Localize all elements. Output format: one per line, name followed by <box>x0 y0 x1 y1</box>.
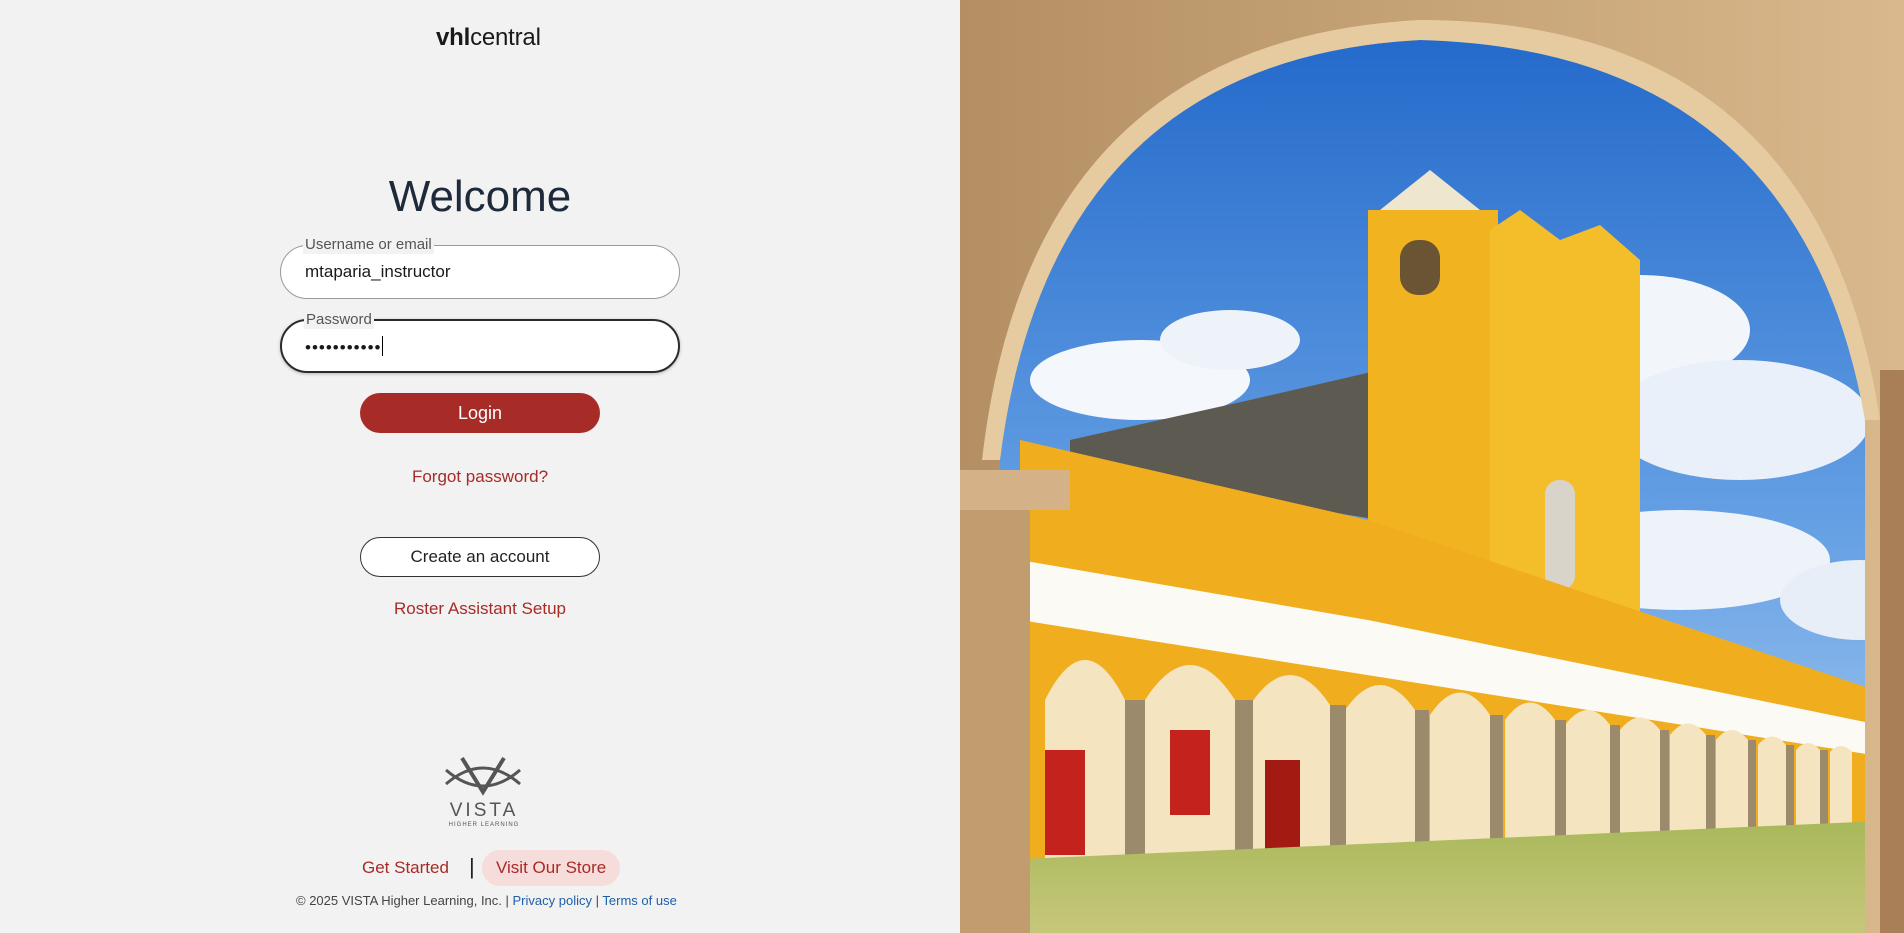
text-caret <box>382 336 384 356</box>
password-dots: ••••••••••• <box>305 338 382 357</box>
login-button[interactable]: Login <box>360 393 600 433</box>
copyright-line: © 2025 VISTA Higher Learning, Inc. | Pri… <box>296 893 677 908</box>
vhlcentral-logo: vhlcentral <box>436 24 541 52</box>
visit-store-button[interactable]: Visit Our Store <box>482 850 621 886</box>
forgot-password-link[interactable]: Forgot password? <box>0 467 960 487</box>
hero-image-panel <box>960 0 1904 933</box>
copyright-pipe: | <box>595 893 599 908</box>
username-value[interactable]: mtaparia_instructor <box>305 262 451 282</box>
footer-links: Get Started | Visit Our Store <box>0 850 960 886</box>
terms-of-use-link[interactable]: Terms of use <box>602 893 676 908</box>
login-panel: vhlcentral Welcome Username or email mta… <box>0 0 960 933</box>
login-page: vhlcentral Welcome Username or email mta… <box>0 0 1904 933</box>
create-account-button[interactable]: Create an account <box>360 537 600 577</box>
page-title: Welcome <box>388 172 572 221</box>
password-label: Password <box>304 311 374 329</box>
footer-separator: | <box>469 854 475 879</box>
password-field[interactable]: Password ••••••••••• <box>280 311 680 373</box>
username-label: Username or email <box>303 236 434 254</box>
roster-assistant-link[interactable]: Roster Assistant Setup <box>0 599 960 619</box>
vista-subtitle: HIGHER LEARNING <box>448 822 520 828</box>
copyright-text: © 2025 VISTA Higher Learning, Inc. | <box>296 893 509 908</box>
get-started-link[interactable]: Get Started <box>362 858 449 878</box>
privacy-policy-link[interactable]: Privacy policy <box>513 893 592 908</box>
vista-wordmark: VISTA <box>449 800 519 821</box>
convent-photo-image <box>960 0 1904 933</box>
logo-light-text: central <box>470 24 541 51</box>
logo-bold-text: vhl <box>436 24 471 51</box>
username-field[interactable]: Username or email mtaparia_instructor <box>280 236 680 299</box>
password-value[interactable]: ••••••••••• <box>305 336 384 358</box>
